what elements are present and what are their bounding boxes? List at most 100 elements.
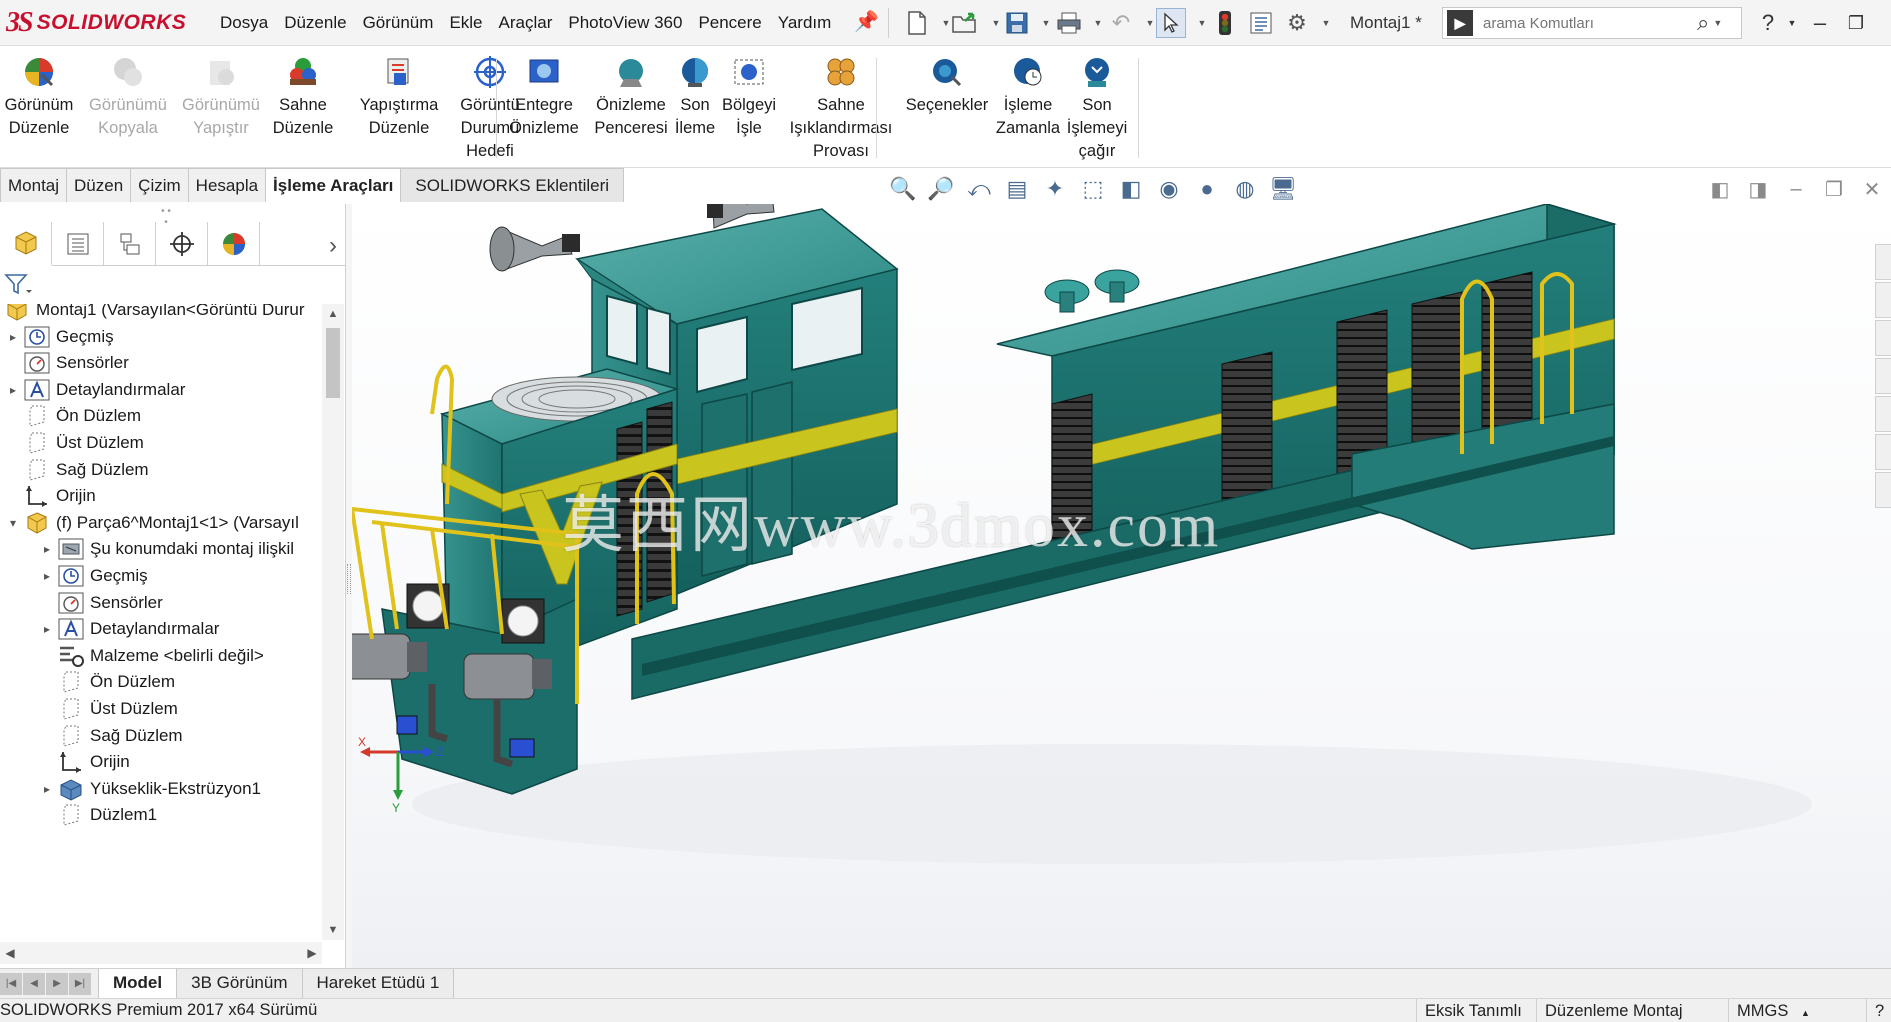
ribbon-button[interactable]: Yapıştırma Düzenle — [344, 54, 454, 140]
view-orientation-icon[interactable]: ⬚ — [1074, 174, 1112, 204]
task-pane-properties-icon[interactable] — [1875, 434, 1891, 470]
menu-item[interactable]: PhotoView 360 — [560, 13, 690, 33]
collapsed-arrow-icon[interactable]: ▸ — [38, 782, 56, 796]
viewport-minimize-icon[interactable]: – — [1777, 174, 1815, 204]
scroll-right-icon[interactable]: ▶ — [302, 942, 322, 964]
dimxpert-manager-tab-icon[interactable] — [156, 222, 208, 266]
ribbon-button[interactable]: Bölgeyi İşle — [720, 54, 778, 140]
menu-item[interactable]: Araçlar — [491, 13, 561, 33]
status-help-icon[interactable]: ? — [1866, 999, 1891, 1022]
collapse-left-icon[interactable]: ◧ — [1701, 174, 1739, 204]
collapsed-arrow-icon[interactable]: ▸ — [4, 383, 22, 397]
scroll-down-icon[interactable]: ▼ — [322, 920, 344, 940]
model-tab[interactable]: Model — [98, 969, 178, 999]
print-icon[interactable] — [1054, 8, 1084, 38]
rebuild-traffic-light-icon[interactable] — [1210, 8, 1240, 38]
new-document-icon[interactable] — [902, 8, 932, 38]
graphics-area[interactable]: 莫西网www.3dmox.com X Z Y — [352, 204, 1891, 968]
task-pane-appearances-icon[interactable] — [1875, 396, 1891, 432]
ribbon-button[interactable]: Önizleme Penceresi — [590, 54, 672, 140]
menu-item[interactable]: Pencere — [690, 13, 769, 33]
command-tab[interactable]: Hesapla — [187, 168, 267, 202]
zoom-to-area-icon[interactable]: 🔎 — [922, 174, 960, 204]
menu-item[interactable]: Görünüm — [355, 13, 442, 33]
collapsed-arrow-icon[interactable]: ▸ — [4, 330, 22, 344]
file-properties-icon[interactable] — [1246, 8, 1276, 38]
ribbon-button[interactable]: İşleme Zamanla — [994, 54, 1062, 140]
menu-item[interactable]: Yardım — [770, 13, 840, 33]
search-dropdown-icon[interactable]: ▼ — [1713, 18, 1722, 28]
pin-icon[interactable]: 📌 — [854, 11, 879, 33]
units-dropdown-icon[interactable]: ▲ — [1801, 1008, 1810, 1018]
menu-item[interactable]: Düzenle — [276, 13, 354, 33]
command-tab[interactable]: Düzen — [66, 168, 132, 202]
ribbon-button[interactable]: Son İleme — [672, 54, 718, 140]
collapse-right-icon[interactable]: ◨ — [1739, 174, 1777, 204]
ribbon-button[interactable]: Sahne Düzenle — [270, 54, 336, 140]
options-dropdown-icon[interactable]: ▼ — [1310, 8, 1340, 38]
chevron-right-icon[interactable]: › — [329, 232, 337, 260]
ribbon-button[interactable]: Son İşlemeyi çağır — [1066, 54, 1128, 163]
command-tab[interactable]: İşleme Araçları — [265, 168, 402, 202]
first-tab-icon[interactable]: |◀ — [0, 973, 22, 995]
open-document-icon[interactable] — [950, 8, 980, 38]
task-pane-forum-icon[interactable] — [1875, 472, 1891, 508]
viewport-restore-icon[interactable]: ❐ — [1815, 174, 1853, 204]
locomotive-model[interactable] — [352, 204, 1891, 968]
model-tab[interactable]: Hareket Etüdü 1 — [301, 969, 455, 999]
restore-window-icon[interactable]: ❐ — [1840, 0, 1872, 46]
solidworks-logo[interactable]: 3S SOLIDWORKS — [6, 4, 192, 42]
minimize-window-icon[interactable]: – — [1804, 0, 1836, 46]
edit-appearance-icon[interactable]: ● — [1188, 174, 1226, 204]
save-icon[interactable] — [1002, 8, 1032, 38]
panel-grip[interactable]: • • • — [160, 206, 172, 228]
unit-system-selector[interactable]: MMGS ▲ — [1728, 999, 1818, 1022]
ribbon-button[interactable]: Görünüm Düzenle — [2, 54, 76, 140]
configuration-manager-tab-icon[interactable] — [104, 222, 156, 266]
collapsed-arrow-icon[interactable]: ▸ — [38, 569, 56, 583]
search-input[interactable] — [1483, 14, 1693, 32]
zoom-to-fit-icon[interactable]: 🔍 — [884, 174, 922, 204]
task-pane-library-icon[interactable] — [1875, 320, 1891, 356]
task-pane-explorer-icon[interactable] — [1875, 358, 1891, 394]
undo-icon[interactable]: ↶ — [1106, 8, 1136, 38]
property-manager-tab-icon[interactable] — [52, 222, 104, 266]
ribbon-button[interactable]: Entegre Önizleme — [506, 54, 582, 140]
viewport-close-icon[interactable]: ✕ — [1853, 174, 1891, 204]
options-gear-icon[interactable]: ⚙ — [1282, 8, 1312, 38]
command-tab[interactable]: Çizim — [130, 168, 189, 202]
feature-manager-tab-icon[interactable] — [0, 222, 52, 266]
search-commands-box[interactable]: ▶ ⌕ ▼ — [1442, 7, 1742, 39]
section-view-icon[interactable]: ▤ — [998, 174, 1036, 204]
menu-item[interactable]: Dosya — [212, 13, 276, 33]
ribbon-button[interactable]: Seçenekler — [902, 54, 992, 117]
scroll-up-icon[interactable]: ▲ — [322, 304, 344, 324]
tree-horizontal-scrollbar[interactable]: ◀ ▶ — [0, 942, 322, 964]
menu-item[interactable]: Ekle — [441, 13, 490, 33]
next-tab-icon[interactable]: ▶ — [46, 973, 68, 995]
hide-show-items-icon[interactable]: ◉ — [1150, 174, 1188, 204]
scroll-left-icon[interactable]: ◀ — [0, 942, 20, 964]
task-pane-home-icon[interactable] — [1875, 244, 1891, 280]
command-tab[interactable]: Montaj — [0, 168, 68, 202]
display-style-icon[interactable]: ◧ — [1112, 174, 1150, 204]
dynamic-annotation-icon[interactable]: ✦ — [1036, 174, 1074, 204]
collapsed-arrow-icon[interactable]: ▸ — [38, 622, 56, 636]
collapsed-arrow-icon[interactable]: ▸ — [38, 542, 56, 556]
display-manager-tab-icon[interactable] — [208, 222, 260, 266]
command-tab[interactable]: SOLIDWORKS Eklentileri — [400, 168, 625, 202]
scroll-thumb[interactable] — [326, 328, 340, 398]
search-icon[interactable]: ⌕ — [1697, 10, 1709, 36]
previous-view-icon[interactable]: ⤺ — [960, 174, 998, 204]
select-cursor-icon[interactable] — [1156, 8, 1186, 38]
view-settings-icon[interactable]: 🖥 — [1264, 174, 1302, 204]
filter-icon[interactable] — [4, 270, 34, 298]
tree-vertical-scrollbar[interactable]: ▲ ▼ — [322, 304, 344, 940]
model-tab[interactable]: 3B Görünüm — [176, 969, 303, 999]
expanded-arrow-icon[interactable]: ▾ — [4, 516, 22, 530]
prev-tab-icon[interactable]: ◀ — [23, 973, 45, 995]
tree-item[interactable]: Düzlem1 — [0, 799, 157, 831]
last-tab-icon[interactable]: ▶| — [69, 973, 91, 995]
apply-scene-icon[interactable]: ◍ — [1226, 174, 1264, 204]
task-pane-resources-icon[interactable] — [1875, 282, 1891, 318]
